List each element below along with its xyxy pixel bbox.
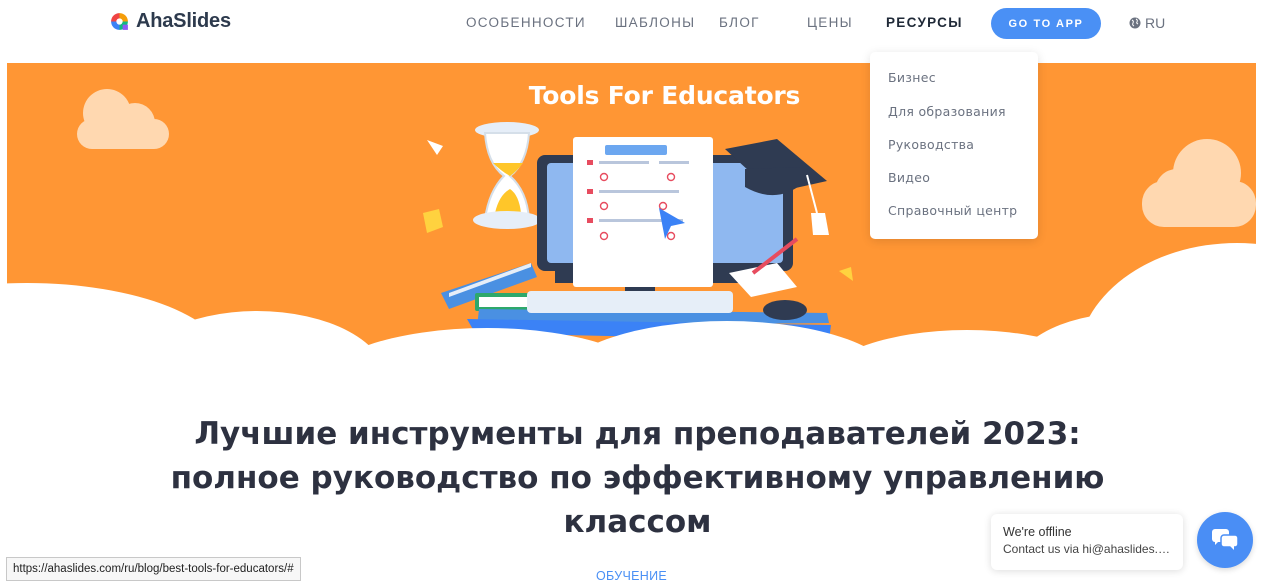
globe-icon: [1129, 17, 1141, 29]
language-label: RU: [1145, 15, 1166, 31]
dropdown-item-guides[interactable]: Руководства: [888, 137, 974, 152]
article-title-line-1: Лучшие инструменты для преподавателей 20…: [194, 416, 1081, 452]
nav-templates[interactable]: ШАБЛОНЫ: [615, 15, 695, 30]
nav-pricing[interactable]: ЦЕНЫ: [807, 15, 853, 30]
chat-launcher-button[interactable]: [1197, 512, 1253, 568]
article-category-link[interactable]: ОБУЧЕНИЕ: [596, 569, 667, 582]
article-title-line-2: полное руководство по эффективному управ…: [170, 460, 1105, 496]
hero-title: Tools For Educators: [528, 81, 801, 110]
nav-resources[interactable]: РЕСУРСЫ: [886, 15, 963, 30]
nav-blog[interactable]: БЛОГ: [719, 15, 760, 30]
chat-offline-bubble[interactable]: We're offline Contact us via hi@ahaslide…: [991, 514, 1183, 570]
logo-text: AhaSlides: [136, 10, 231, 32]
ahaslides-logo-icon: [111, 13, 128, 30]
hero-banner: Tools For Educators: [7, 63, 1256, 360]
mouse-icon: [763, 300, 807, 320]
hourglass-icon: [473, 122, 541, 229]
logo[interactable]: AhaSlides: [109, 10, 231, 33]
go-to-app-button[interactable]: GO TO APP: [991, 8, 1101, 39]
dropdown-item-help-center[interactable]: Справочный центр: [888, 203, 1017, 218]
chat-contact-text: Contact us via hi@ahaslides.com: [1003, 542, 1171, 556]
cloud-right-icon: [1142, 139, 1256, 227]
dropdown-item-education[interactable]: Для образования: [888, 104, 1006, 119]
chat-icon: [1212, 529, 1238, 550]
resources-dropdown: Бизнес Для образования Руководства Видео…: [870, 52, 1038, 239]
article-title-line-3: классом: [563, 504, 712, 540]
status-bar-url: https://ahaslides.com/ru/blog/best-tools…: [6, 557, 301, 581]
nav-features[interactable]: ОСОБЕННОСТИ: [466, 15, 586, 30]
chat-status-text: We're offline: [1003, 525, 1072, 539]
dropdown-item-business[interactable]: Бизнес: [888, 70, 936, 85]
dropdown-item-video[interactable]: Видео: [888, 170, 930, 185]
site-header: AhaSlides ОСОБЕННОСТИ ШАБЛОНЫ БЛОГ ЦЕНЫ …: [0, 0, 1261, 50]
quiz-paper-icon: [573, 137, 713, 287]
language-selector[interactable]: RU: [1129, 15, 1165, 31]
